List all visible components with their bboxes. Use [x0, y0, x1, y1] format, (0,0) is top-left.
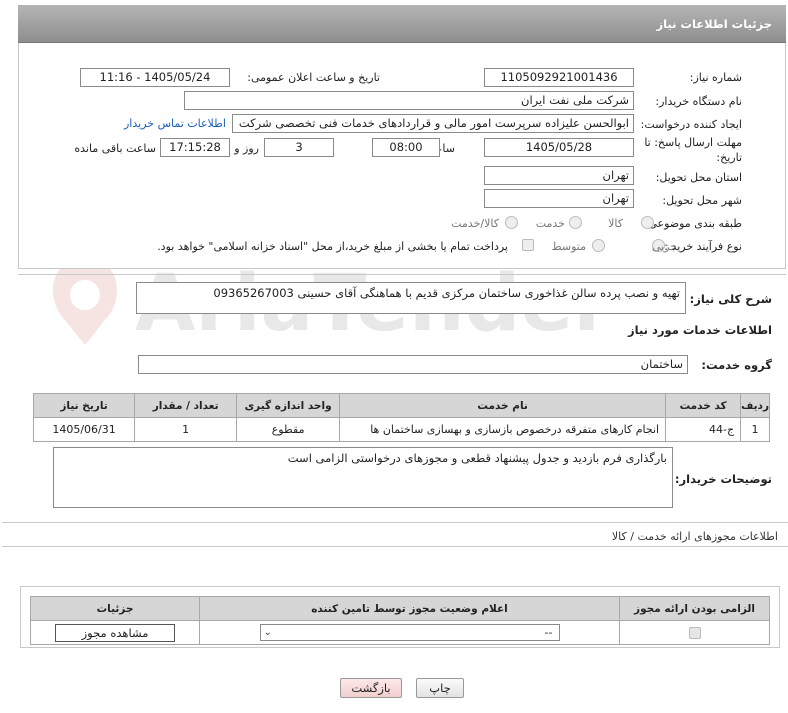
contact-info-link[interactable]: اطلاعات تماس خریدار: [124, 117, 226, 130]
buyer-notes-field: بارگذاری فرم بازدید و جدول پیشنهاد قطعی …: [53, 447, 673, 508]
creator-field: ابوالحسن علیزاده سرپرست امور مالی و قرار…: [232, 114, 634, 133]
cell-unit: مقطوع: [236, 417, 341, 442]
panel-header: جزئیات اطلاعات نیاز: [18, 5, 786, 43]
days-label: روز و: [234, 142, 259, 155]
process-option-medium: متوسط: [551, 240, 586, 253]
province-label: استان محل تحویل:: [655, 171, 742, 184]
buyer-notes-label: توضیحات خریدار:: [674, 472, 772, 486]
cell-date: 1405/06/31: [32, 417, 136, 442]
panel-title: جزئیات اطلاعات نیاز: [656, 17, 772, 31]
deadline-time-field: 08:00: [372, 138, 440, 157]
payment-note: پرداخت تمام یا بخشی از مبلغ خرید،از محل …: [157, 240, 508, 253]
col-unit: واحد اندازه گیری: [236, 393, 341, 418]
need-number-field: 1105092921001436: [484, 68, 634, 87]
chevron-down-icon: ⌄: [263, 627, 272, 638]
remaining-label: ساعت باقی مانده: [74, 142, 156, 155]
announce-label: تاریخ و ساعت اعلان عمومی:: [247, 71, 380, 84]
remaining-time-field: 17:15:28: [160, 138, 230, 157]
divider: [2, 522, 788, 523]
cell-row: 1: [740, 417, 770, 442]
col-row: ردیف: [740, 393, 770, 418]
col-status: اعلام وضعیت مجوز توسط تامین کننده: [199, 596, 620, 621]
category-label: طبقه بندی موضوعی:: [644, 217, 742, 230]
summary-label: شرح کلی نیاز:: [689, 292, 772, 306]
buyer-org-label: نام دستگاه خریدار:: [655, 95, 742, 108]
cell-details: مشاهده مجوز: [30, 620, 200, 645]
permits-title: اطلاعات مجوزهای ارائه خدمت / کالا: [611, 530, 778, 543]
category-option-service: خدمت: [535, 217, 565, 230]
deadline-label-date: تاریخ:: [716, 151, 742, 164]
deadline-date-field: 1405/05/28: [484, 138, 634, 157]
summary-field: تهیه و نصب پرده سالن غذاخوری ساختمان مرک…: [136, 282, 686, 314]
cell-qty: 1: [134, 417, 238, 442]
mandatory-checkbox: [688, 627, 701, 639]
city-label: شهر محل تحویل:: [662, 194, 742, 207]
category-radio-both[interactable]: [505, 216, 518, 229]
col-details: جزئیات: [30, 596, 200, 621]
col-code: کد خدمت: [665, 393, 742, 418]
permit-status-select[interactable]: -- ⌄: [259, 624, 560, 641]
treasury-checkbox[interactable]: [522, 239, 534, 251]
cell-status: -- ⌄: [199, 620, 620, 645]
announce-field: 1405/05/24 - 11:16: [80, 68, 230, 87]
col-qty: تعداد / مقدار: [134, 393, 238, 418]
services-section-title: اطلاعات خدمات مورد نیاز: [628, 323, 772, 337]
print-button[interactable]: چاپ: [416, 678, 464, 698]
services-table: ردیف کد خدمت نام خدمت واحد اندازه گیری ت…: [32, 393, 770, 442]
col-name: نام خدمت: [339, 393, 667, 418]
category-option-both: کالا/خدمت: [451, 217, 499, 230]
cell-code: ج-44: [665, 417, 742, 442]
city-field: تهران: [484, 189, 634, 208]
divider: [2, 546, 788, 547]
process-radio-medium[interactable]: [592, 239, 605, 252]
cell-name: انجام کارهای متفرقه درخصوص بازسازی و بهس…: [339, 417, 667, 442]
need-number-label: شماره نیاز:: [689, 71, 742, 84]
creator-label: ایجاد کننده درخواست:: [640, 118, 742, 131]
service-group-field: ساختمان: [138, 355, 688, 374]
service-group-label: گروه خدمت:: [701, 358, 772, 372]
view-permit-button[interactable]: مشاهده مجوز: [55, 623, 175, 642]
divider: [18, 274, 786, 275]
permit-status-value: --: [544, 626, 553, 639]
days-field: 3: [264, 138, 334, 157]
province-field: تهران: [484, 166, 634, 185]
permits-table: الزامی بودن ارائه مجوز اعلام وضعیت مجوز …: [30, 596, 770, 645]
col-date: تاریخ نیاز: [32, 393, 136, 418]
col-mandatory: الزامی بودن ارائه مجوز: [619, 596, 770, 621]
cell-mandatory: [619, 620, 770, 645]
deadline-label: مهلت ارسال پاسخ: تا: [644, 136, 742, 149]
table-row: 1 ج-44 انجام کارهای متفرقه درخصوص بازساز…: [32, 417, 770, 442]
table-row: -- ⌄ مشاهده مجوز: [30, 620, 770, 645]
category-option-goods: کالا: [608, 217, 623, 230]
buyer-org-field: شرکت ملی نفت ایران: [184, 91, 634, 110]
process-option-minor: جزیی: [651, 240, 677, 253]
category-radio-goods[interactable]: [641, 216, 654, 229]
category-radio-service[interactable]: [569, 216, 582, 229]
back-button[interactable]: بازگشت: [340, 678, 402, 698]
